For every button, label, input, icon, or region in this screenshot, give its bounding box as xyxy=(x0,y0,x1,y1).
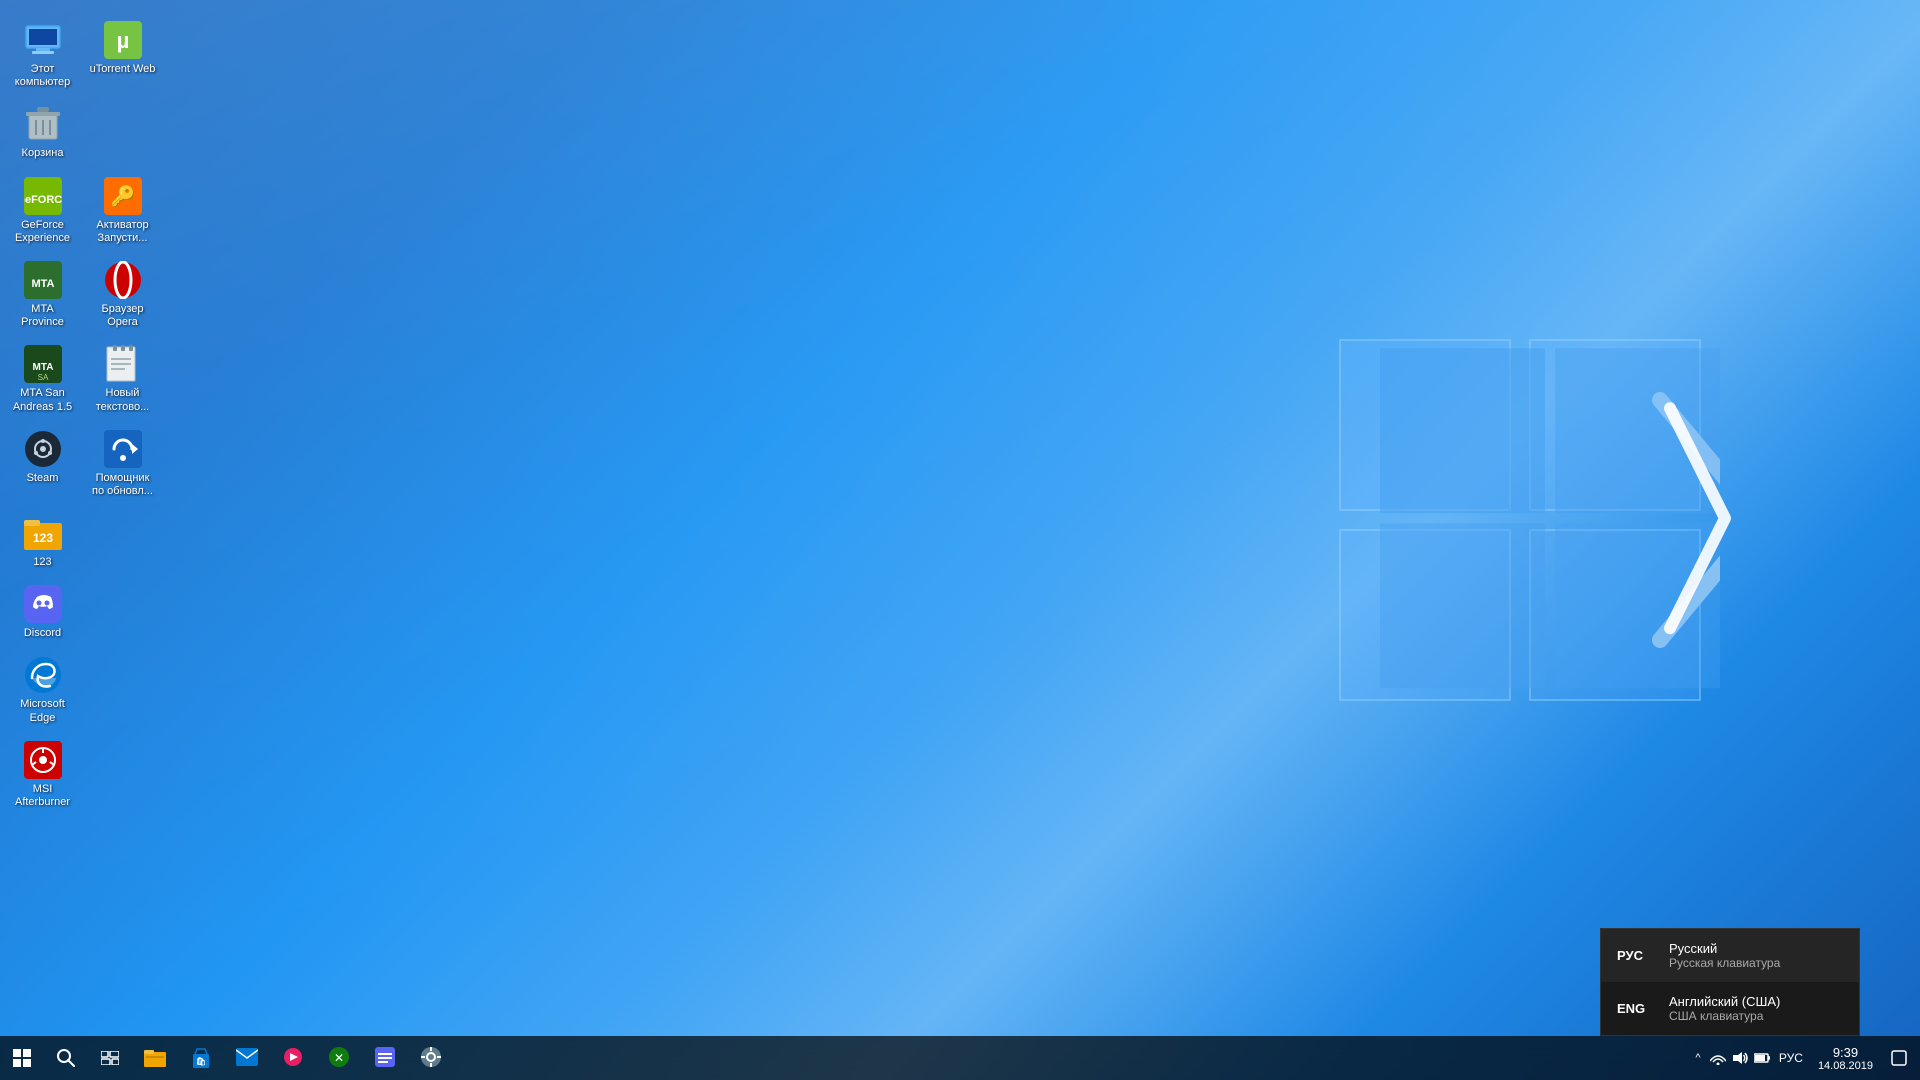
trash-label: Корзина xyxy=(22,147,64,160)
svg-text:µ: µ xyxy=(116,28,129,53)
taskbar-left: 🛍 ✕ xyxy=(0,1036,454,1080)
lang-option-eng[interactable]: ENG Английский (США) США клавиатура xyxy=(1601,982,1859,1035)
icon-mta-sa[interactable]: MTA SA MTA SanAndreas 1.5 xyxy=(5,339,80,418)
app8-button[interactable] xyxy=(362,1036,408,1080)
lang-details-rus: Русский Русская клавиатура xyxy=(1669,941,1780,970)
icon-123[interactable]: 123 123 xyxy=(5,508,80,574)
icon-edge[interactable]: MicrosoftEdge xyxy=(5,650,80,729)
folder-123-label: 123 xyxy=(33,556,51,569)
msi-afterburner-label: MSIAfterburner xyxy=(15,783,70,809)
notification-center-button[interactable] xyxy=(1883,1036,1915,1080)
language-popup: РУС Русский Русская клавиатура ENG Англи… xyxy=(1600,928,1860,1036)
this-pc-icon xyxy=(23,20,63,60)
search-button[interactable] xyxy=(44,1036,88,1080)
icon-activator[interactable]: 🔑 АктиваторЗапусти... xyxy=(85,171,160,250)
lang-code-eng: ENG xyxy=(1617,1001,1653,1016)
win10-logo xyxy=(1360,328,1740,713)
svg-text:MTA: MTA xyxy=(32,362,53,373)
lang-option-rus[interactable]: РУС Русский Русская клавиатура xyxy=(1601,929,1859,982)
task-view-button[interactable] xyxy=(88,1036,132,1080)
svg-text:GeFORCE: GeFORCE xyxy=(24,194,62,206)
taskbar: 🛍 ✕ xyxy=(0,1036,1920,1080)
this-pc-label: Этоткомпьютер xyxy=(15,63,70,89)
notepad-label: Новыйтекстово... xyxy=(96,387,150,413)
trash-icon xyxy=(23,104,63,144)
edge-icon xyxy=(23,655,63,695)
discord-label: Discord xyxy=(24,627,61,640)
lang-sub-eng: США клавиатура xyxy=(1669,1009,1780,1023)
notepad-icon xyxy=(103,344,143,384)
svg-text:MTA: MTA xyxy=(31,278,54,290)
file-explorer-button[interactable] xyxy=(132,1036,178,1080)
app9-button[interactable] xyxy=(408,1036,454,1080)
clock-display[interactable]: 9:39 14.08.2019 xyxy=(1810,1036,1881,1080)
lang-name-eng: Английский (США) xyxy=(1669,994,1780,1009)
opera-icon xyxy=(103,260,143,300)
icon-trash[interactable]: Корзина xyxy=(5,99,80,165)
lang-code-rus: РУС xyxy=(1617,948,1653,963)
language-indicator[interactable]: РУС xyxy=(1774,1036,1808,1080)
icon-mta-province[interactable]: MTA MTAProvince xyxy=(5,255,80,334)
clock-date: 14.08.2019 xyxy=(1818,1060,1873,1072)
icon-this-pc[interactable]: Этоткомпьютер xyxy=(5,15,80,94)
activator-label: АктиваторЗапусти... xyxy=(96,219,148,245)
svg-text:✕: ✕ xyxy=(334,1051,344,1065)
taskbar-right: ^ xyxy=(1690,1036,1920,1080)
tray-battery-icon[interactable] xyxy=(1752,1036,1772,1080)
geforce-label: GeForceExperience xyxy=(15,219,70,245)
folder-123-icon: 123 xyxy=(23,513,63,553)
lang-details-eng: Английский (США) США клавиатура xyxy=(1669,994,1780,1023)
tray-expand-button[interactable]: ^ xyxy=(1690,1036,1706,1080)
mail-button[interactable] xyxy=(224,1036,270,1080)
svg-text:SA: SA xyxy=(37,373,48,382)
icon-opera[interactable]: БраузерOpera xyxy=(85,255,160,334)
steam-icon xyxy=(23,429,63,469)
lang-name-rus: Русский xyxy=(1669,941,1780,956)
mta-sa-icon: MTA SA xyxy=(23,344,63,384)
mta-province-icon: MTA xyxy=(23,260,63,300)
media-button[interactable] xyxy=(270,1036,316,1080)
opera-label: БраузерOpera xyxy=(102,303,144,329)
svg-text:🛍: 🛍 xyxy=(196,1056,206,1066)
lang-sub-rus: Русская клавиатура xyxy=(1669,956,1780,970)
icon-notepad[interactable]: Новыйтекстово... xyxy=(85,339,160,418)
svg-text:🔑: 🔑 xyxy=(110,184,135,208)
utorrent-label: uTorrent Web xyxy=(90,63,156,76)
xbox-button[interactable]: ✕ xyxy=(316,1036,362,1080)
svg-text:123: 123 xyxy=(32,531,52,545)
clock-time: 9:39 xyxy=(1833,1045,1858,1060)
update-helper-icon xyxy=(103,429,143,469)
steam-label: Steam xyxy=(27,472,59,485)
icon-update-helper[interactable]: Помощникпо обновл... xyxy=(85,424,160,503)
icon-discord[interactable]: Discord xyxy=(5,579,80,645)
desktop: Этоткомпьютер µ uTorrent Web xyxy=(0,0,1920,1080)
icon-msi-afterburner[interactable]: MSIAfterburner xyxy=(5,735,80,814)
desktop-icons-grid: Этоткомпьютер µ uTorrent Web xyxy=(0,10,165,819)
discord-icon xyxy=(23,584,63,624)
start-button[interactable] xyxy=(0,1036,44,1080)
mta-province-label: MTAProvince xyxy=(21,303,64,329)
tray-volume-icon[interactable] xyxy=(1730,1036,1750,1080)
icon-utorrent[interactable]: µ uTorrent Web xyxy=(85,15,160,94)
mta-sa-label: MTA SanAndreas 1.5 xyxy=(13,387,72,413)
msi-afterburner-icon xyxy=(23,740,63,780)
utorrent-icon: µ xyxy=(103,20,143,60)
store-button[interactable]: 🛍 xyxy=(178,1036,224,1080)
geforce-icon: GeFORCE xyxy=(23,176,63,216)
tray-network-icon[interactable] xyxy=(1708,1036,1728,1080)
icon-geforce[interactable]: GeFORCE GeForceExperience xyxy=(5,171,80,250)
activator-icon: 🔑 xyxy=(103,176,143,216)
icon-steam[interactable]: Steam xyxy=(5,424,80,503)
edge-label: MicrosoftEdge xyxy=(20,698,65,724)
update-helper-label: Помощникпо обновл... xyxy=(92,472,153,498)
